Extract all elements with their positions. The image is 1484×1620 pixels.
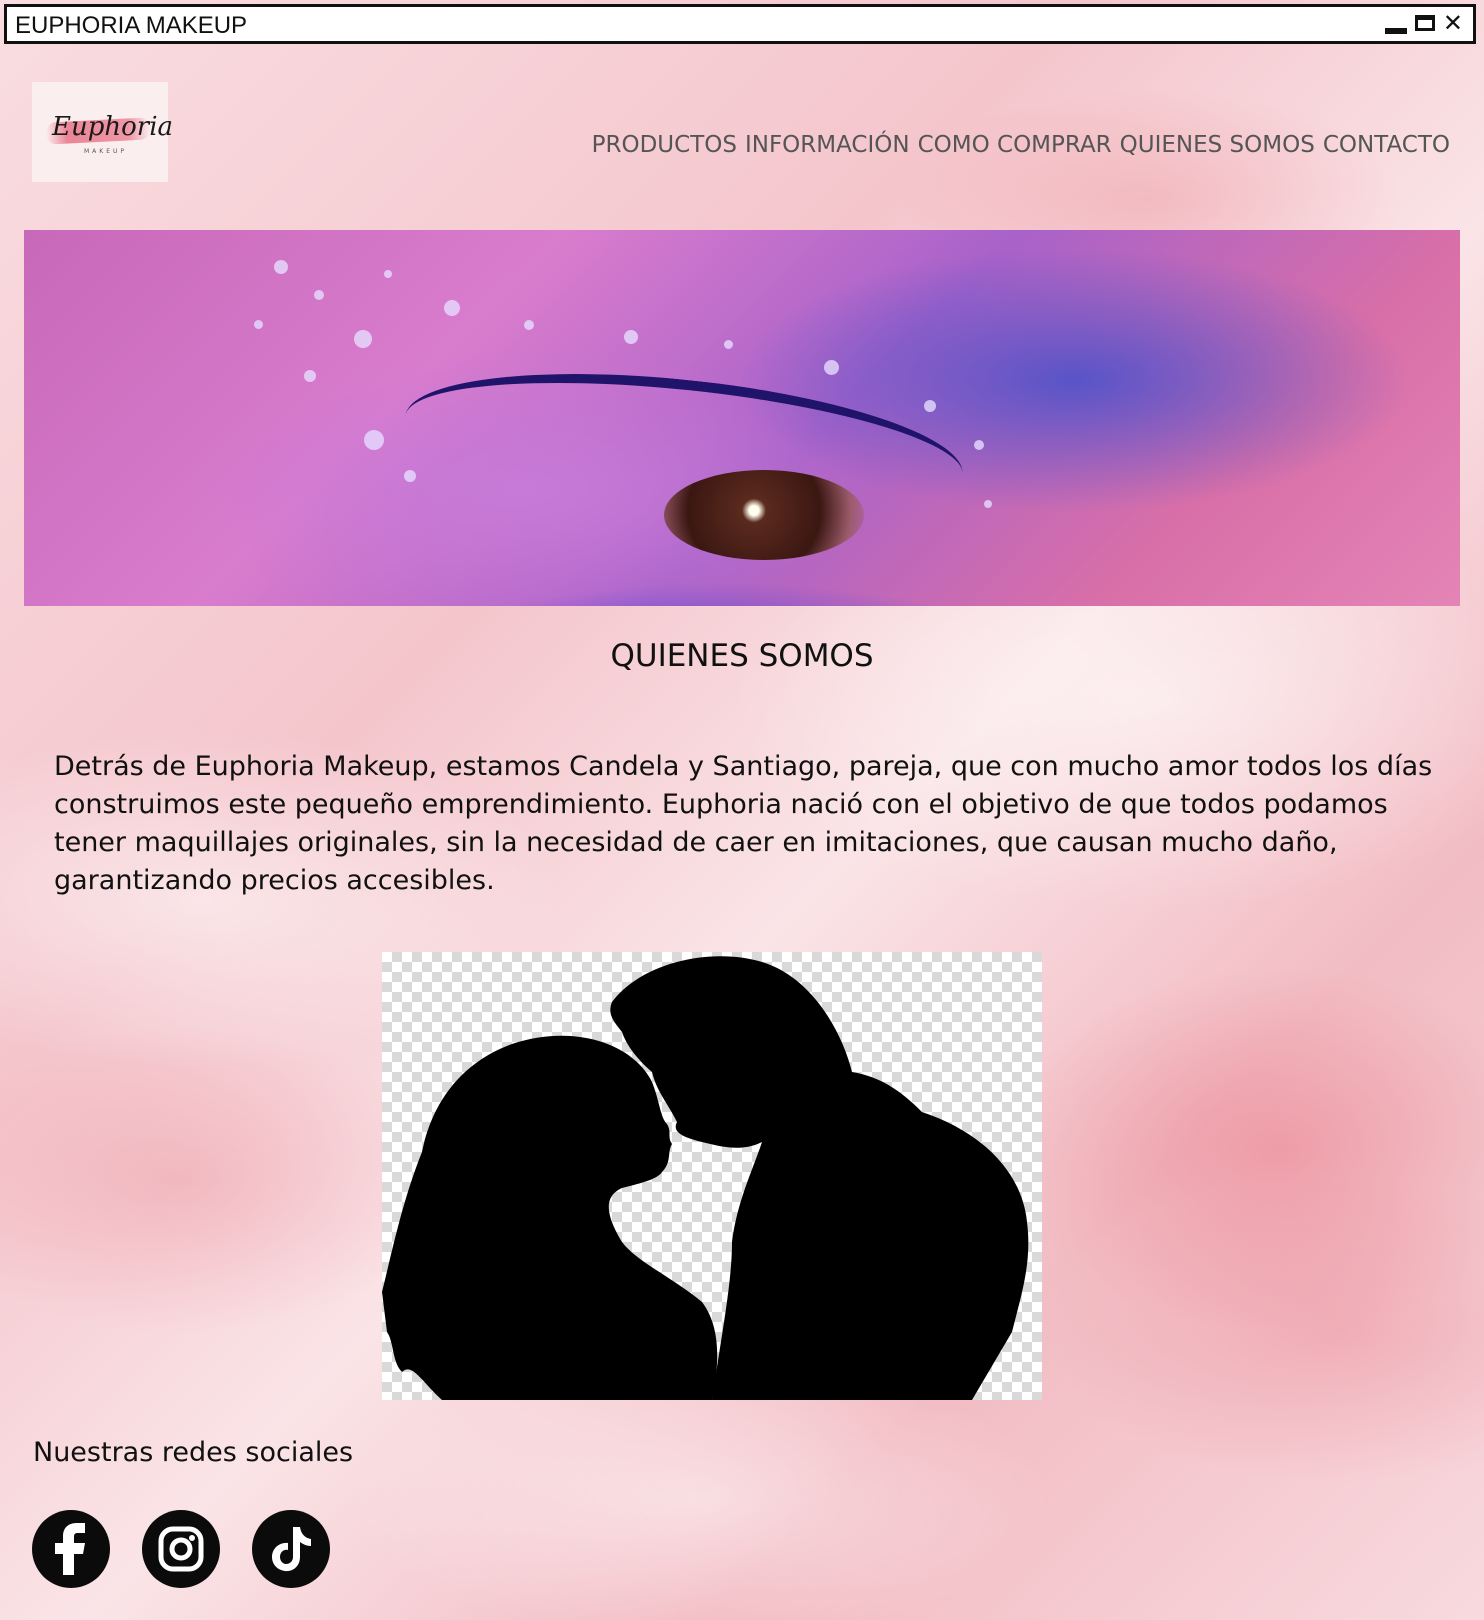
glitter-dot [314, 290, 324, 300]
nav-item-como-comprar[interactable]: COMO COMPRAR [918, 132, 1112, 158]
hero-banner-image [24, 230, 1460, 606]
nav-item-quienes-somos[interactable]: QUIENES SOMOS [1120, 132, 1315, 158]
glitter-dot [304, 370, 316, 382]
eye-iris-shape [664, 470, 864, 560]
glitter-dot [254, 320, 263, 329]
glitter-dot [984, 500, 992, 508]
window-controls: ✕ [1384, 11, 1463, 35]
facebook-icon [55, 1523, 85, 1575]
glitter-dot [354, 330, 372, 348]
glitter-dot [444, 300, 460, 316]
social-heading: Nuestras redes sociales [33, 1437, 354, 1468]
glitter-dot [724, 340, 733, 349]
glitter-dot [824, 360, 839, 375]
glitter-dot [384, 270, 392, 278]
glitter-dot [624, 330, 638, 344]
tiktok-icon [272, 1527, 311, 1572]
glitter-dot [364, 430, 384, 450]
glitter-dot [274, 260, 288, 274]
couple-silhouette [382, 956, 1029, 1400]
instagram-link[interactable] [142, 1510, 220, 1588]
couple-silhouette-image [382, 952, 1042, 1400]
tiktok-link[interactable] [252, 1510, 330, 1588]
nav-item-contacto[interactable]: CONTACTO [1323, 132, 1450, 158]
maximize-icon[interactable] [1414, 15, 1435, 31]
glitter-dot [974, 440, 984, 450]
brand-logo[interactable]: Euphoria MAKEUP [32, 82, 173, 182]
window-title: EUPHORIA MAKEUP [15, 12, 248, 39]
logo-subtext: MAKEUP [84, 148, 128, 155]
facebook-link[interactable] [32, 1510, 110, 1588]
about-paragraph: Detrás de Euphoria Makeup, estamos Cande… [54, 751, 1433, 896]
close-icon[interactable]: ✕ [1443, 11, 1463, 35]
main-nav: PRODUCTOS INFORMACIÓN COMO COMPRAR QUIEN… [592, 132, 1450, 158]
section-title: QUIENES SOMOS [610, 638, 874, 674]
window-titlebar: EUPHORIA MAKEUP ✕ [4, 4, 1476, 44]
instagram-icon [158, 1526, 204, 1572]
nav-item-productos[interactable]: PRODUCTOS [592, 132, 737, 158]
glitter-dot [524, 320, 534, 330]
glitter-dot [924, 400, 936, 412]
minimize-icon[interactable] [1384, 28, 1407, 34]
nav-item-informacion[interactable]: INFORMACIÓN [745, 132, 910, 158]
glitter-dot [404, 470, 416, 482]
logo-script-text: Euphoria [52, 112, 174, 142]
